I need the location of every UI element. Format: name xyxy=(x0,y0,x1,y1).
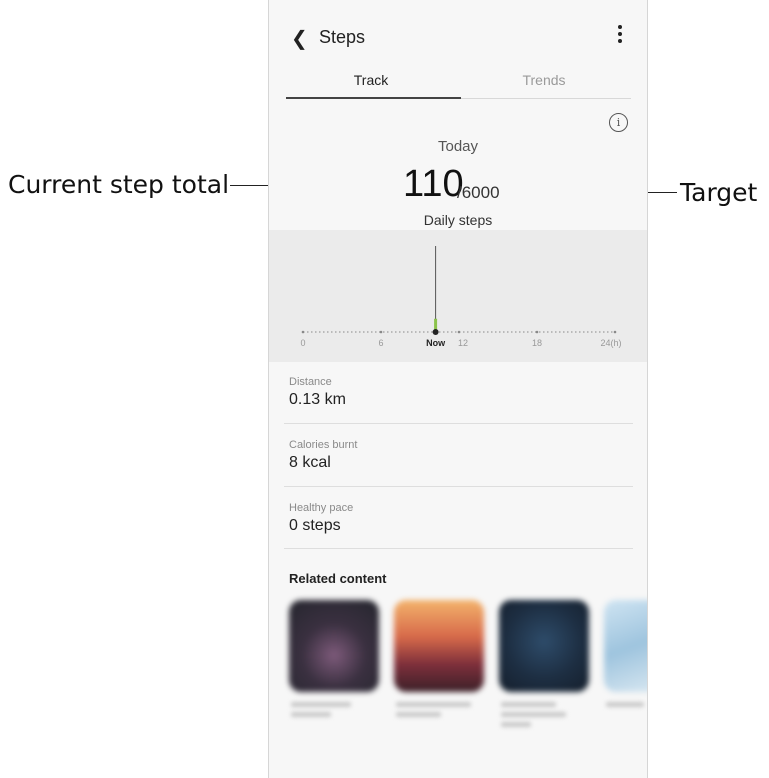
page-title: Steps xyxy=(319,27,366,47)
chart-tick xyxy=(301,330,305,334)
tab-trends[interactable]: Trends xyxy=(459,72,629,88)
chevron-left-icon[interactable]: ❮ xyxy=(291,26,308,51)
stat-calories: Calories burnt 8 kcal xyxy=(289,439,357,472)
chart-now-marker xyxy=(432,329,439,335)
daily-steps-chart: 0 6 Now 12 18 24(h) xyxy=(269,230,647,362)
chart-tick-label: 12 xyxy=(458,338,468,348)
callout-current-step-total: Current step total xyxy=(8,170,230,199)
current-step-count: 110 xyxy=(403,163,464,205)
chart-tick xyxy=(613,330,617,334)
chart-tick-label: Now xyxy=(426,338,446,348)
stat-value: 8 kcal xyxy=(289,454,331,471)
stat-value: 0 steps xyxy=(289,517,341,534)
app-bar: ❮ Steps xyxy=(269,0,647,70)
daily-steps-label: Daily steps xyxy=(423,212,493,228)
related-caption-blurred xyxy=(606,702,646,732)
stat-label: Calories burnt xyxy=(289,439,358,451)
divider xyxy=(284,486,633,487)
chart-tick xyxy=(379,330,383,334)
related-thumbnail[interactable] xyxy=(289,600,379,692)
info-icon[interactable]: i xyxy=(609,113,628,132)
chart-tick-label: 0 xyxy=(300,338,305,348)
stat-value: 0.13 km xyxy=(289,391,346,408)
related-thumbnail[interactable] xyxy=(604,600,647,692)
related-caption-blurred xyxy=(291,702,361,732)
related-content-title: Related content xyxy=(289,571,387,586)
related-caption-blurred xyxy=(396,702,476,732)
more-vertical-icon[interactable] xyxy=(617,25,623,47)
stat-label: Healthy pace xyxy=(289,502,354,514)
tab-divider xyxy=(461,98,631,99)
divider xyxy=(284,548,633,549)
step-target: /6000 xyxy=(457,183,500,202)
phone-screen: ❮ Steps Track Trends i Today 110 /6000 D… xyxy=(268,0,648,778)
stat-healthy-pace: Healthy pace 0 steps xyxy=(289,502,353,535)
day-label: Today xyxy=(437,138,479,155)
callout-target: Target xyxy=(680,178,758,207)
tab-track[interactable]: Track xyxy=(286,72,456,88)
related-thumbnail[interactable] xyxy=(499,600,589,692)
related-caption-blurred xyxy=(501,702,581,732)
chart-tick-label: 18 xyxy=(532,338,542,348)
chart-tick-label: 6 xyxy=(378,338,383,348)
tab-track-indicator xyxy=(286,97,461,99)
chart-tick xyxy=(535,330,539,334)
divider xyxy=(284,423,633,424)
chart-tick-label: 24(h) xyxy=(600,338,621,348)
chart-svg: 0 6 Now 12 18 24(h) xyxy=(300,246,622,348)
stat-distance: Distance 0.13 km xyxy=(289,376,346,409)
chart-tick xyxy=(457,330,461,334)
stat-label: Distance xyxy=(289,376,332,388)
related-thumbnail[interactable] xyxy=(394,600,484,692)
